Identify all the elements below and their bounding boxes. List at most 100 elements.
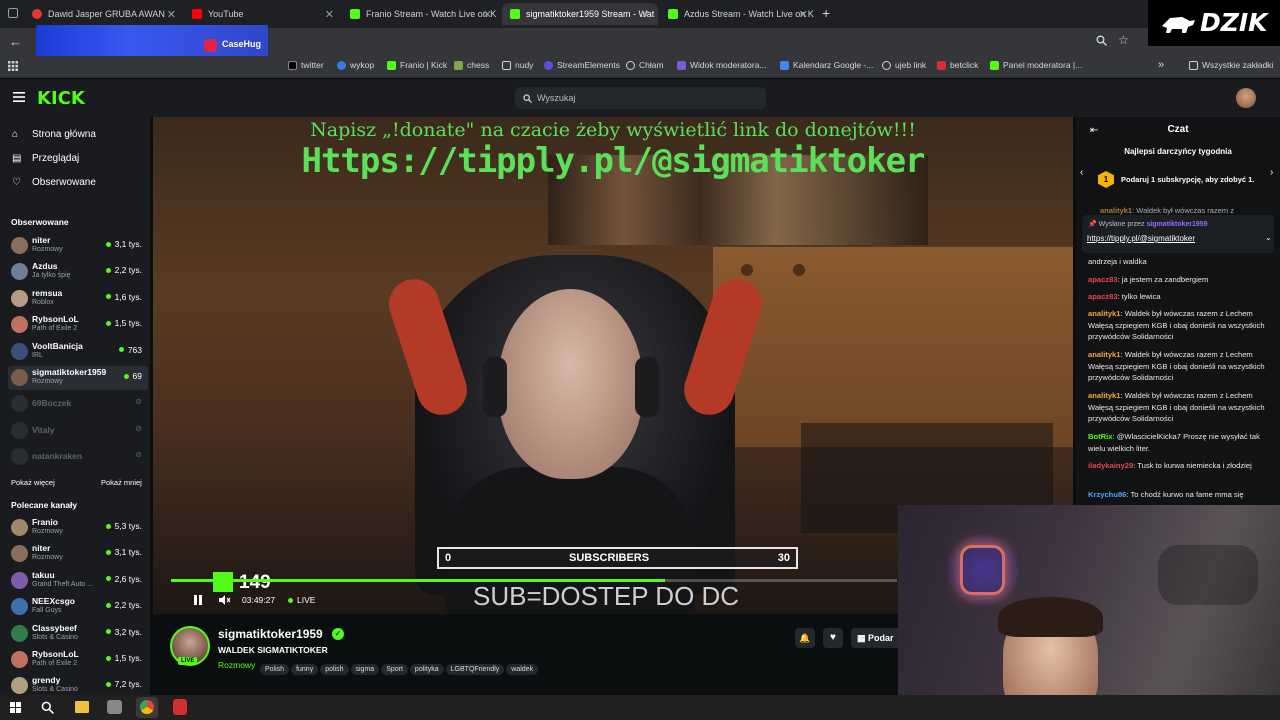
- stream-tag[interactable]: sigma: [350, 664, 380, 675]
- search-input[interactable]: Wyszukaj: [515, 87, 766, 109]
- tab-search-icon[interactable]: [8, 8, 18, 18]
- channel-category: Roblox: [32, 298, 54, 306]
- chat-username[interactable]: BotRix: [1088, 432, 1112, 441]
- sidebar-channel-takuu[interactable]: takuu Grand Theft Auto ... 2,6 tys.: [8, 569, 148, 593]
- nav-label: Obserwowane: [32, 177, 96, 188]
- zoom-icon[interactable]: [1096, 35, 1107, 46]
- app-icon[interactable]: [107, 700, 122, 714]
- apps-grid-icon[interactable]: [8, 61, 18, 71]
- menu-icon[interactable]: [13, 92, 25, 102]
- chrome-taskbar-button[interactable]: [136, 697, 158, 718]
- bookmark-item[interactable]: Franio | Kick: [387, 60, 447, 70]
- stream-tag[interactable]: waldek: [506, 664, 539, 675]
- sidebar-channel-franio[interactable]: Franio Rozmowy 5,3 tys.: [8, 516, 148, 540]
- show-less-button[interactable]: Pokaż mniej: [101, 478, 142, 487]
- bookmark-item[interactable]: StreamElements: [544, 60, 620, 70]
- sidebar-channel-vooltbanicja[interactable]: VooltBanicja IRL 763: [8, 340, 148, 364]
- bookmark-item[interactable]: betclick: [937, 60, 978, 70]
- search-icon[interactable]: [41, 701, 54, 714]
- mute-icon[interactable]: [219, 595, 231, 605]
- bookmark-star-icon[interactable]: ☆: [1118, 33, 1129, 47]
- sidebar-channel-neexcsgo[interactable]: NEEXcsgo Fall Guys 2,2 tys.: [8, 595, 148, 619]
- heart-icon: ♡: [12, 177, 21, 188]
- sidebar-channel-rybsonlol[interactable]: RybsonLoL Path of Exile 2 1,5 tys.: [8, 313, 148, 337]
- kick-logo[interactable]: KICK: [37, 88, 85, 109]
- windows-taskbar: [0, 695, 1280, 720]
- browser-tab-active[interactable]: sigmatiktoker1959 Stream - Wat ✕: [502, 3, 658, 25]
- sidebar-channel-69boczek[interactable]: 69Boczek ⊘: [8, 392, 148, 416]
- show-more-button[interactable]: Pokaż więcej: [11, 478, 55, 487]
- sidebar-channel-remsua[interactable]: remsua Roblox 1,6 tys.: [8, 287, 148, 311]
- bell-icon[interactable]: 🔔: [795, 628, 815, 648]
- nav-home[interactable]: ⌂ Strona główna: [12, 129, 96, 140]
- file-explorer-icon[interactable]: [75, 701, 89, 713]
- chat-username[interactable]: iladykainy29: [1088, 461, 1133, 470]
- chat-username[interactable]: apacz83: [1088, 292, 1118, 301]
- bookmark-item[interactable]: ujeb link: [882, 60, 926, 70]
- sidebar-channel-niter[interactable]: niter Rozmowy 3,1 tys.: [8, 542, 148, 566]
- close-icon[interactable]: ✕: [483, 8, 492, 21]
- browser-tab[interactable]: YouTube ✕: [184, 3, 342, 25]
- close-icon[interactable]: ✕: [641, 8, 650, 21]
- back-arrow-icon[interactable]: ←: [9, 34, 22, 49]
- all-bookmarks-button[interactable]: Wszystkie zakładki: [1189, 60, 1273, 70]
- sidebar-channel-natankraken[interactable]: natankraken ⊘: [8, 445, 148, 469]
- close-icon[interactable]: ✕: [799, 8, 808, 21]
- new-tab-button[interactable]: +: [822, 5, 830, 21]
- bookmark-item[interactable]: wykop: [337, 60, 374, 70]
- video-progress-track[interactable]: [171, 579, 897, 582]
- heart-icon[interactable]: ♥: [823, 628, 843, 648]
- sidebar-channel-classybeef[interactable]: Classybeef Slots & Casino 3,2 tys.: [8, 622, 148, 646]
- stream-tag[interactable]: Polish: [260, 664, 290, 675]
- nav-browse[interactable]: ▤ Przeglądaj: [12, 153, 79, 164]
- bookmarks-bar: twitter wykop Franio | Kick chess nudy S…: [0, 56, 1280, 78]
- channel-name: VooltBanicja: [32, 340, 83, 351]
- stream-tag[interactable]: polish: [320, 664, 349, 675]
- windows-start-icon[interactable]: [10, 702, 21, 713]
- chevron-right-icon[interactable]: »: [1158, 59, 1164, 71]
- chat-username[interactable]: Krzychu86: [1088, 490, 1126, 499]
- channel-name: niter: [32, 235, 51, 245]
- chevron-right-icon[interactable]: ›: [1270, 167, 1273, 178]
- bookmark-item[interactable]: Panel moderatora |...: [990, 60, 1082, 70]
- sidebar-channel-vitaly[interactable]: Vitaly ⊘: [8, 419, 148, 443]
- channel-name[interactable]: sigmatiktoker1959: [218, 627, 323, 641]
- stream-tag[interactable]: funny: [291, 664, 319, 675]
- stream-tag[interactable]: polityka: [409, 664, 444, 675]
- chat-username[interactable]: analityk1: [1088, 350, 1121, 359]
- close-icon[interactable]: ✕: [325, 8, 334, 21]
- bookmark-item[interactable]: Widok moderatora...: [677, 60, 767, 70]
- app-icon[interactable]: [173, 699, 187, 715]
- chevron-down-icon[interactable]: ⌄: [1265, 233, 1272, 242]
- browser-tab[interactable]: Azdus Stream - Watch Live on K ✕: [660, 3, 816, 25]
- browser-tab[interactable]: Dawid Jasper GRUBA AWAN ✕: [24, 3, 184, 25]
- bookmark-item[interactable]: Kalendarz Google -...: [780, 60, 873, 70]
- chat-username[interactable]: apacz83: [1088, 275, 1118, 284]
- sidebar-channel-sigmatiktoker1959[interactable]: sigmatiktoker1959 Rozmowy 69: [8, 366, 148, 390]
- chat-message: Krzychu86: To chodź kurwo na fame mma si…: [1088, 490, 1244, 499]
- chat-username[interactable]: analityk1: [1088, 309, 1121, 318]
- purple-light: [948, 535, 1018, 605]
- pinned-message[interactable]: 📌 Wysłane przez sigmatiktoker1959 https:…: [1082, 215, 1274, 253]
- stream-category[interactable]: Rozmowy: [218, 660, 255, 670]
- bookmark-item[interactable]: Chłam: [626, 60, 664, 70]
- stream-tag[interactable]: Sport: [381, 664, 408, 675]
- bookmark-item[interactable]: nudy: [502, 60, 533, 70]
- close-icon[interactable]: ✕: [167, 8, 176, 21]
- pinned-link[interactable]: https://tipply.pl/@sigmatiktoker: [1087, 234, 1195, 243]
- user-avatar[interactable]: [1236, 88, 1256, 108]
- bookmark-item[interactable]: chess: [454, 60, 489, 70]
- nav-following[interactable]: ♡ Obserwowane: [12, 177, 96, 188]
- browser-tab[interactable]: Franio Stream - Watch Live on K ✕: [342, 3, 500, 25]
- gift-prompt[interactable]: Podaruj 1 subskrypcję, aby zdobyć 1.: [1121, 175, 1254, 184]
- stream-tag[interactable]: LGBTQFriendly: [445, 664, 505, 675]
- bookmark-item[interactable]: twitter: [288, 60, 324, 70]
- tab-title: YouTube: [208, 9, 244, 19]
- sidebar-channel-rybsonlol[interactable]: RybsonLoL Path of Exile 2 1,5 tys.: [8, 648, 148, 672]
- compass-icon: ⌂: [12, 129, 19, 140]
- chat-username[interactable]: analityk1: [1088, 391, 1121, 400]
- sidebar-channel-azdus[interactable]: Azdus Ja tylko śpię 2,2 tys.: [8, 260, 148, 284]
- sidebar-channel-niter[interactable]: niter Rozmowy 3,1 tys.: [8, 234, 148, 258]
- pause-icon[interactable]: [193, 595, 203, 605]
- chevron-left-icon[interactable]: ‹: [1080, 167, 1083, 178]
